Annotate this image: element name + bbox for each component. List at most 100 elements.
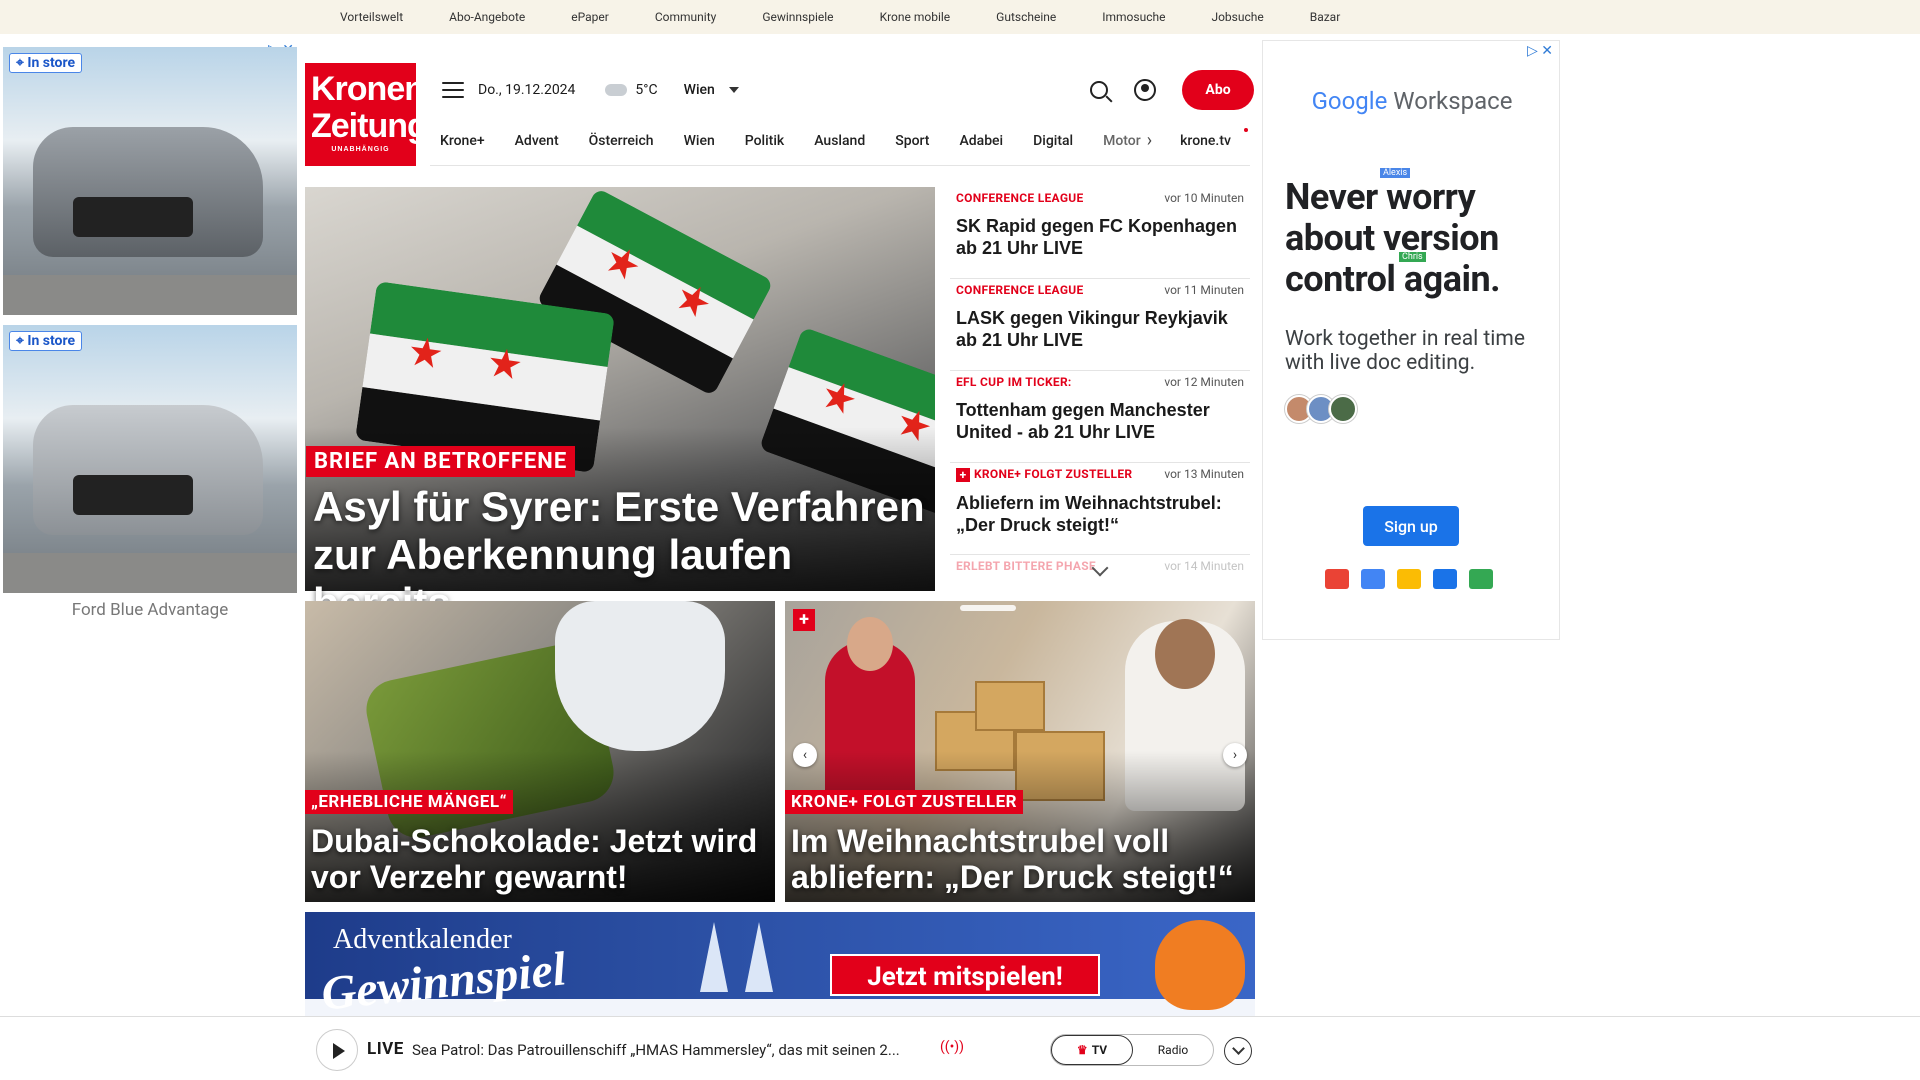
- advent-cta-button[interactable]: Jetzt mitspielen!: [830, 954, 1100, 996]
- drive-icon: [1397, 569, 1421, 589]
- sign-up-button[interactable]: Sign up: [1363, 506, 1459, 546]
- main-navigation: Krone+ Advent Österreich Wien Politik Au…: [430, 116, 1250, 166]
- car-shape: [33, 405, 263, 535]
- cloud-icon: [605, 84, 628, 96]
- search-icon[interactable]: [1090, 81, 1108, 99]
- left-ad[interactable]: ▷ ✕ ⌖ In store ⌖ In store Ford Blue Adva…: [0, 40, 300, 640]
- ticker-item[interactable]: + KRONE+ FOLGT ZUSTELLER vor 13 Minuten A…: [950, 463, 1250, 555]
- chevron-left-icon[interactable]: ‹: [793, 743, 817, 767]
- glove-shape: [555, 601, 725, 751]
- kronen-zeitung-logo[interactable]: Kronen Zeitung UNABHÄNGIG: [305, 63, 428, 166]
- ticker-title[interactable]: Tottenham gegen Manchester United - ab 2…: [956, 399, 1244, 443]
- hero-kicker: BRIEF AN BETROFFENE: [306, 446, 576, 477]
- ad-caption[interactable]: Ford Blue Advantage: [0, 600, 300, 620]
- topbar-link-krone-mobile[interactable]: Krone mobile: [880, 10, 951, 24]
- card-title[interactable]: Dubai-Schokolade: Jetzt wird vor Verzehr…: [311, 823, 771, 895]
- nav-item-krone-plus[interactable]: Krone+: [440, 133, 485, 149]
- news-ticker: CONFERENCE LEAGUE vor 10 Minuten SK Rapi…: [950, 187, 1250, 591]
- topbar-link-jobsuche[interactable]: Jobsuche: [1211, 10, 1263, 24]
- tv-radio-toggle[interactable]: ♛ TV Radio: [1050, 1034, 1214, 1066]
- city-selector[interactable]: Wien: [684, 82, 739, 98]
- tv-tab[interactable]: ♛ TV: [1051, 1035, 1133, 1065]
- chevron-down-icon: [728, 87, 739, 93]
- top-utility-bar: Vorteilswelt Abo-Angebote ePaper Communi…: [0, 0, 1920, 34]
- nav-item-politik[interactable]: Politik: [745, 133, 784, 149]
- abo-button[interactable]: Abo: [1182, 70, 1254, 110]
- ticker-item[interactable]: CONFERENCE LEAGUE vor 11 Minuten LASK ge…: [950, 279, 1250, 371]
- logo-line-1: Kronen: [311, 70, 425, 108]
- ticker-title[interactable]: Abliefern im Weihnachtstrubel: „Der Druc…: [956, 492, 1244, 536]
- nav-item-krone-tv[interactable]: krone.tv: [1180, 133, 1231, 149]
- menu-icon[interactable]: [442, 82, 464, 98]
- chevron-right-icon[interactable]: ›: [1223, 743, 1247, 767]
- topbar-link-community[interactable]: Community: [655, 10, 716, 24]
- nav-item-sport[interactable]: Sport: [895, 133, 929, 149]
- car-shape: [33, 127, 263, 257]
- calendar-icon: [1361, 569, 1385, 589]
- ad-headline: Never worry about version control again.: [1285, 176, 1501, 300]
- article-card[interactable]: + ‹ › KRONE+ FOLGT ZUSTELLER Im Weihnach…: [785, 601, 1255, 902]
- in-store-badge: ⌖ In store: [9, 53, 83, 73]
- nav-item-oesterreich[interactable]: Österreich: [589, 133, 654, 149]
- nav-item-advent[interactable]: Advent: [515, 133, 559, 149]
- nav-item-wien[interactable]: Wien: [684, 133, 715, 149]
- workspace-app-icons: [1325, 569, 1493, 589]
- advent-banner[interactable]: Adventkalender Gewinnspiel Jetzt mitspie…: [305, 912, 1255, 1017]
- ad-subtext: Work together in real time with live doc…: [1285, 327, 1525, 375]
- topbar-link-gewinnspiele[interactable]: Gewinnspiele: [762, 10, 833, 24]
- logo-tagline: UNABHÄNGIG: [331, 146, 390, 153]
- card-title[interactable]: Im Weihnachtstrubel voll abliefern: „Der…: [791, 823, 1251, 895]
- meet-icon: [1469, 569, 1493, 589]
- docs-icon: [1433, 569, 1457, 589]
- car-grill-shape: [73, 197, 193, 237]
- ticker-time: vor 13 Minuten: [1164, 467, 1244, 481]
- temperature: 5°C: [635, 82, 658, 98]
- topbar-link-bazar[interactable]: Bazar: [1310, 10, 1341, 24]
- broadcast-icon: ((•)): [940, 1039, 965, 1055]
- ticker-title[interactable]: LASK gegen Vikingur Reykjavik ab 21 Uhr …: [956, 307, 1244, 351]
- crown-icon: ♛: [1076, 1043, 1088, 1057]
- topbar-link-gutscheine[interactable]: Gutscheine: [996, 10, 1056, 24]
- ad-car-image-1[interactable]: ⌖ In store: [3, 47, 297, 315]
- ticker-item[interactable]: CONFERENCE LEAGUE vor 10 Minuten SK Rapi…: [950, 187, 1250, 279]
- in-store-badge: ⌖ In store: [9, 331, 83, 351]
- radio-tab[interactable]: Radio: [1133, 1035, 1213, 1065]
- nav-item-motor[interactable]: Motor: [1103, 133, 1141, 149]
- live-label: LIVE: [367, 1039, 404, 1059]
- krone-plus-icon: +: [956, 467, 970, 482]
- topbar-link-abo-angebote[interactable]: Abo-Angebote: [449, 10, 525, 24]
- play-icon[interactable]: [316, 1029, 358, 1071]
- live-dot-icon: [1244, 128, 1248, 132]
- chevron-right-icon[interactable]: ›: [1147, 130, 1152, 151]
- weather-widget[interactable]: 5°C: [605, 82, 658, 98]
- live-player-bar: LIVE Sea Patrol: Das Patrouillenschiff „…: [0, 1016, 1920, 1080]
- avatar: [1329, 395, 1357, 423]
- collaborator-avatars: [1285, 395, 1357, 423]
- header-actions: Abo: [1090, 70, 1254, 110]
- nav-item-ausland[interactable]: Ausland: [814, 133, 865, 149]
- ticker-time: vor 10 Minuten: [1164, 191, 1244, 205]
- topbar-link-vorteilswelt[interactable]: Vorteilswelt: [340, 10, 403, 24]
- topbar-link-immosuche[interactable]: Immosuche: [1102, 10, 1165, 24]
- ad-car-image-2[interactable]: ⌖ In store: [3, 325, 297, 593]
- car-grill-shape: [73, 475, 193, 515]
- ticker-time: vor 12 Minuten: [1164, 375, 1244, 389]
- tree-shape: [745, 922, 773, 992]
- card-kicker: „ERHEBLICHE MÄNGEL“: [305, 790, 513, 814]
- live-now-playing[interactable]: Sea Patrol: Das Patrouillenschiff „HMAS …: [412, 1041, 900, 1059]
- ticker-item[interactable]: EFL CUP IM TICKER: vor 12 Minuten Totten…: [950, 371, 1250, 463]
- google-workspace-ad[interactable]: ▷ ✕ Google Workspace Alexis Chris Never …: [1262, 40, 1560, 640]
- article-card[interactable]: „ERHEBLICHE MÄNGEL“ Dubai-Schokolade: Je…: [305, 601, 775, 902]
- collapse-chevron-icon[interactable]: [1224, 1037, 1252, 1065]
- ticker-title[interactable]: SK Rapid gegen FC Kopenhagen ab 21 Uhr L…: [956, 215, 1244, 259]
- krone-plus-icon: +: [793, 609, 815, 631]
- topbar-link-epaper[interactable]: ePaper: [571, 10, 609, 24]
- ticker-time: vor 11 Minuten: [1164, 283, 1244, 297]
- nav-item-digital[interactable]: Digital: [1033, 133, 1073, 149]
- user-account-icon[interactable]: [1134, 79, 1156, 101]
- fox-mascot-shape: [1155, 920, 1245, 1010]
- ad-choices-icon[interactable]: ▷ ✕: [1527, 43, 1553, 59]
- nav-item-adabei[interactable]: Adabei: [959, 133, 1003, 149]
- city-label: Wien: [683, 82, 715, 98]
- ticker-time: vor 14 Minuten: [1164, 559, 1244, 573]
